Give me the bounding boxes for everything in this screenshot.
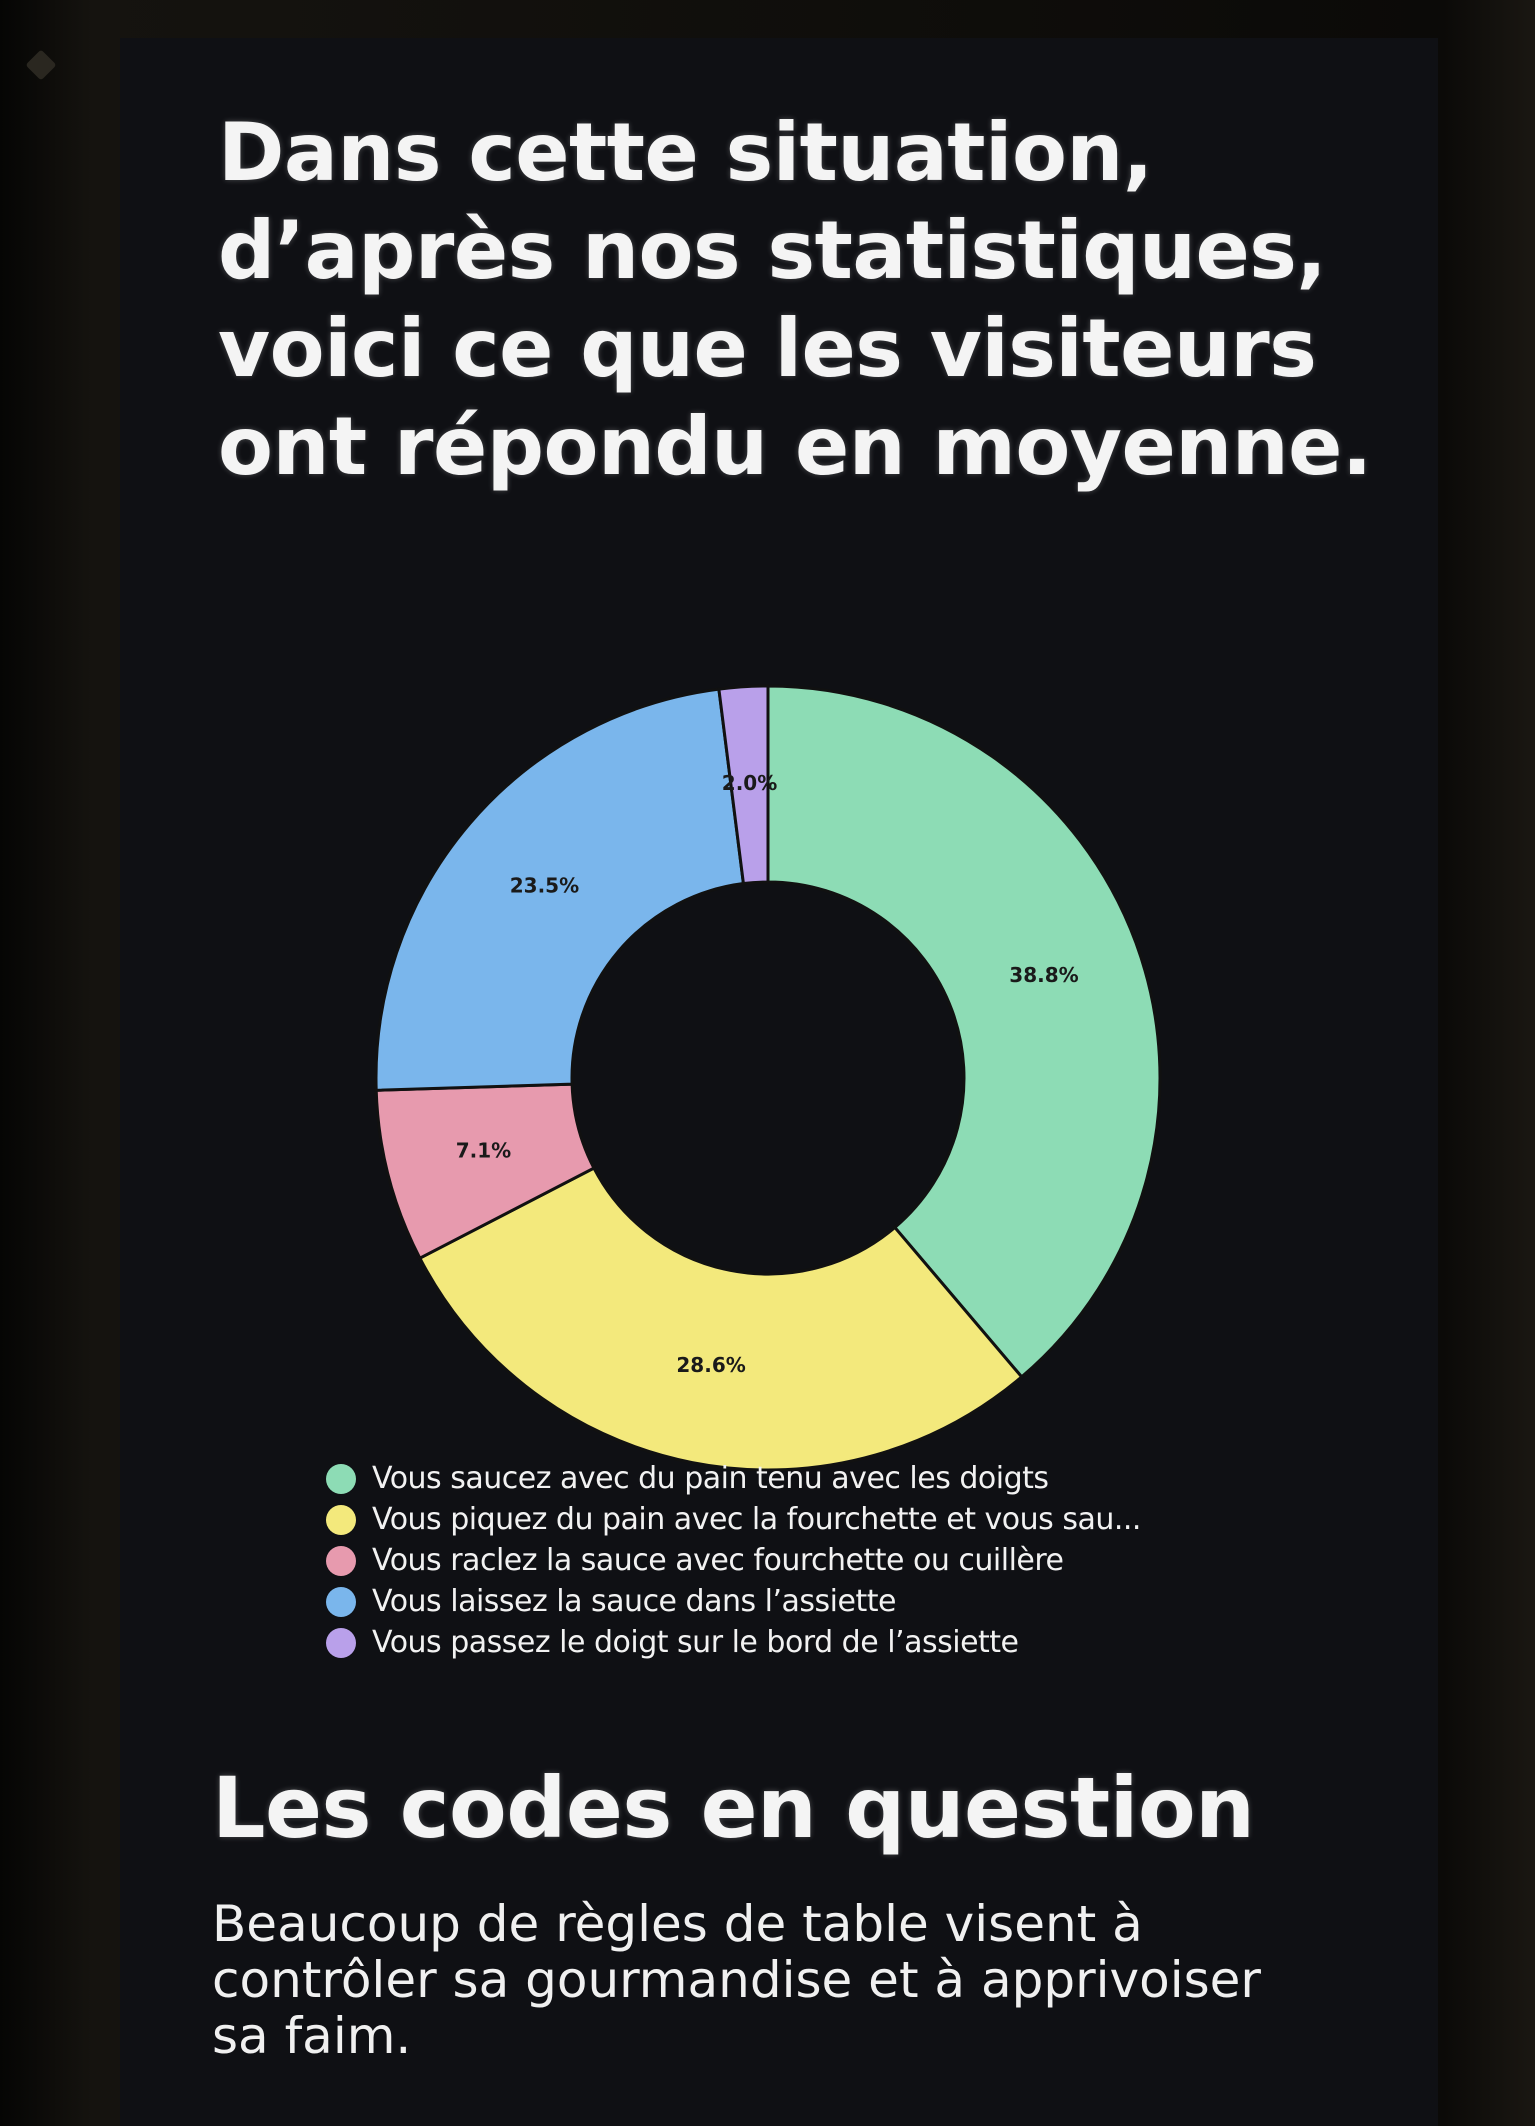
donut-slice-label-5: 2.0%: [722, 771, 777, 795]
chart-legend: Vous saucez avec du pain tenu avec les d…: [326, 1458, 1141, 1663]
legend-label-5: Vous passez le doigt sur le bord de l’as…: [372, 1625, 1019, 1660]
legend-label-3: Vous raclez la sauce avec fourchette ou …: [372, 1543, 1064, 1578]
donut-chart-svg: 38.8% 28.6% 7.1% 23.5% 2.0%: [374, 684, 1162, 1472]
legend-label-4: Vous laissez la sauce dans l’assiette: [372, 1584, 896, 1619]
donut-slice-label-2: 28.6%: [676, 1353, 745, 1377]
legend-item: Vous laissez la sauce dans l’assiette: [326, 1581, 1141, 1622]
donut-chart: 38.8% 28.6% 7.1% 23.5% 2.0%: [120, 628, 1438, 1528]
legend-label-2: Vous piquez du pain avec la fourchette e…: [372, 1502, 1141, 1537]
legend-label-1: Vous saucez avec du pain tenu avec les d…: [372, 1461, 1049, 1496]
legend-swatch-1: [326, 1463, 356, 1494]
donut-slice-label-1: 38.8%: [1009, 963, 1078, 987]
donut-slice-label-3: 7.1%: [456, 1139, 511, 1163]
page-title: Dans cette situation, d’après nos statis…: [218, 106, 1372, 493]
legend-item: Vous saucez avec du pain tenu avec les d…: [326, 1458, 1141, 1499]
legend-swatch-5: [326, 1627, 356, 1658]
legend-item: Vous passez le doigt sur le bord de l’as…: [326, 1622, 1141, 1663]
display-screen: Dans cette situation, d’après nos statis…: [120, 38, 1438, 2126]
section-body: Beaucoup de règles de table visent à con…: [212, 1895, 1261, 2065]
legend-swatch-2: [326, 1504, 356, 1535]
legend-swatch-3: [326, 1545, 356, 1576]
legend-item: Vous raclez la sauce avec fourchette ou …: [326, 1540, 1141, 1581]
legend-swatch-4: [326, 1586, 356, 1617]
donut-slice-label-4: 23.5%: [510, 874, 579, 898]
section-title: Les codes en question: [212, 1759, 1255, 1857]
legend-item: Vous piquez du pain avec la fourchette e…: [326, 1499, 1141, 1540]
